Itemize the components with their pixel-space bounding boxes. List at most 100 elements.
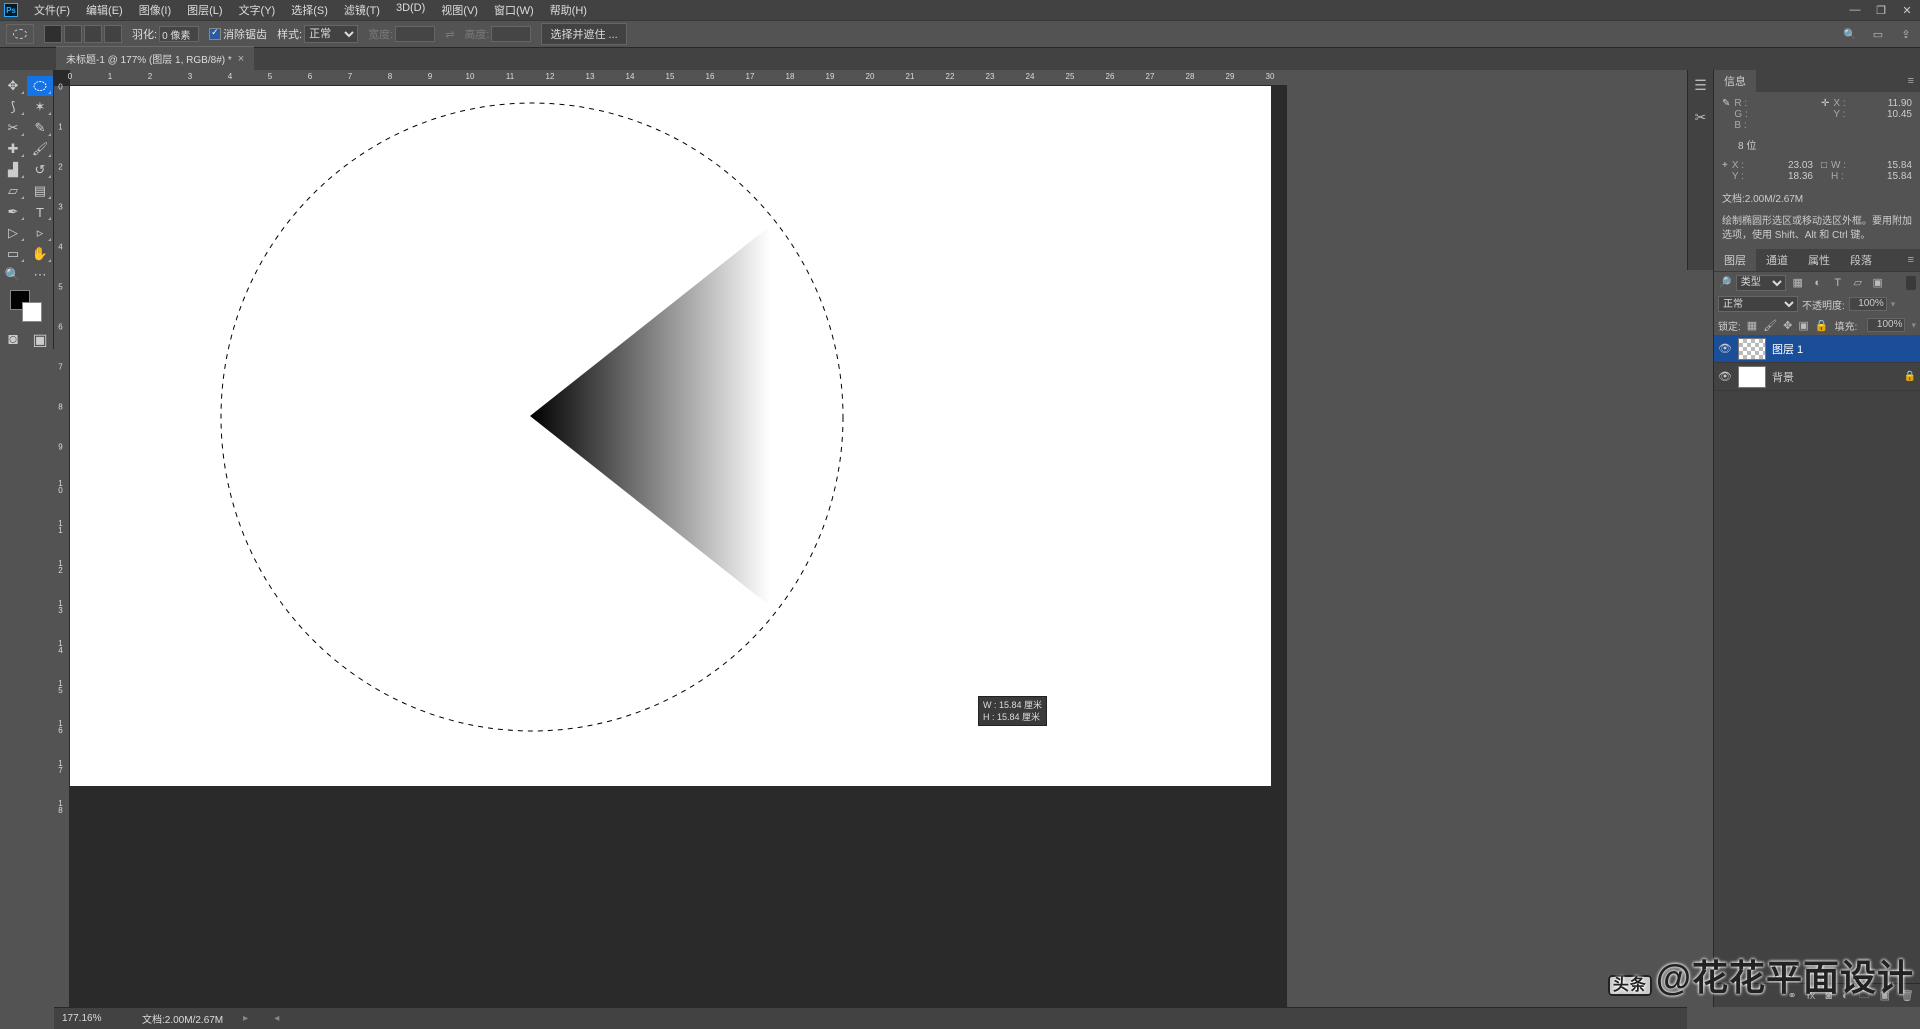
menu-item[interactable]: 文件(F) — [26, 2, 78, 18]
filter-smart-icon[interactable]: ▣ — [1870, 275, 1886, 291]
gradient-tool-icon[interactable]: ▤ — [27, 181, 53, 201]
new-layer-icon[interactable]: ▣ — [1880, 989, 1890, 1002]
lock-pos-icon[interactable]: ✥ — [1783, 319, 1792, 332]
menu-item[interactable]: 3D(D) — [388, 2, 433, 18]
ruler-horizontal[interactable]: 0123456789101112131415161718192021222324… — [70, 70, 1287, 86]
maximize-button[interactable]: ❐ — [1868, 0, 1894, 20]
selection-add-icon[interactable] — [64, 25, 82, 43]
crop-tool-icon[interactable]: ✂ — [0, 118, 26, 138]
antialias-checkbox[interactable] — [209, 28, 221, 40]
layer-thumb[interactable] — [1738, 338, 1766, 360]
path-select-tool-icon[interactable]: ▷ — [0, 223, 26, 243]
history-panel-icon[interactable]: ☰ — [1692, 76, 1710, 94]
lock-all-icon[interactable]: 🔒 — [1815, 319, 1829, 332]
blend-mode-select[interactable]: 正常 — [1718, 296, 1798, 312]
status-left-icon[interactable]: ◂ — [274, 1013, 279, 1024]
brush-tool-icon[interactable]: 🖌 — [27, 139, 53, 159]
document-tab[interactable]: 未标题-1 @ 177% (图层 1, RGB/8#) * × — [56, 46, 254, 70]
filter-adjust-icon[interactable]: ◐ — [1810, 275, 1826, 291]
properties-tab[interactable]: 属性 — [1798, 249, 1840, 271]
workspace-icon[interactable]: ▭ — [1870, 26, 1886, 42]
eyedropper-tool-icon[interactable]: ✎ — [27, 118, 53, 138]
adjustment-layer-icon[interactable]: ◐ — [1842, 990, 1849, 1002]
panel-menu-icon[interactable]: ≡ — [1902, 75, 1920, 87]
zoom-display[interactable]: 177.16% — [62, 1013, 122, 1024]
shape-tool-icon[interactable]: ▭ — [0, 244, 26, 264]
quick-select-tool-icon[interactable]: ✶ — [27, 97, 53, 117]
style-select[interactable]: 正常 — [304, 25, 358, 43]
dimension-icon: □ — [1821, 160, 1827, 182]
visibility-icon[interactable]: 👁 — [1718, 342, 1732, 355]
search-icon[interactable]: 🔍 — [1842, 26, 1858, 42]
lasso-tool-icon[interactable]: ⟆ — [0, 97, 26, 117]
lock-image-icon[interactable]: 🖌 — [1763, 319, 1777, 332]
stamp-tool-icon[interactable]: ▟ — [0, 160, 26, 180]
type-tool-icon[interactable]: T — [27, 202, 53, 222]
layers-panel-menu-icon[interactable]: ≡ — [1902, 254, 1920, 266]
ruler-vertical[interactable]: 0123456789101112131415161718 — [54, 86, 70, 1007]
menu-item[interactable]: 编辑(E) — [78, 2, 131, 18]
minimize-button[interactable]: — — [1842, 0, 1868, 20]
edit-toolbar-icon[interactable]: ⋯ — [27, 265, 53, 285]
canvas[interactable]: W : 15.84 厘米 H : 15.84 厘米 — [70, 86, 1271, 786]
paragraph-tab[interactable]: 段落 — [1840, 249, 1882, 271]
hand-tool-icon[interactable]: ✋ — [27, 244, 53, 264]
filter-search-icon[interactable]: 🔎 — [1718, 276, 1732, 289]
menu-item[interactable]: 视图(V) — [433, 2, 486, 18]
layers-panel: 🔎 类型 ▦ ◐ T ▱ ▣ 正常 不透明度: 100% ▾ 锁定: ▦ 🖌 ✥… — [1714, 271, 1920, 1007]
filter-type-icon[interactable]: T — [1830, 275, 1846, 291]
menu-item[interactable]: 窗口(W) — [486, 2, 542, 18]
filter-pixel-icon[interactable]: ▦ — [1790, 275, 1806, 291]
lock-trans-icon[interactable]: ▦ — [1747, 319, 1757, 332]
select-and-mask-button[interactable]: 选择并遮住 ... — [541, 23, 626, 45]
filter-switch[interactable] — [1906, 276, 1916, 290]
move-tool-icon[interactable]: ✥ — [0, 76, 26, 96]
history-brush-tool-icon[interactable]: ↺ — [27, 160, 53, 180]
pen-tool-icon[interactable]: ✒ — [0, 202, 26, 222]
lock-label: 锁定: — [1718, 318, 1741, 333]
doc-info-arrow-icon[interactable]: ▸ — [243, 1013, 248, 1024]
color-swatches[interactable] — [6, 290, 47, 326]
menu-item[interactable]: 选择(S) — [283, 2, 336, 18]
menu-item[interactable]: 滤镜(T) — [336, 2, 388, 18]
doc-info[interactable]: 文档:2.00M/2.67M — [142, 1011, 223, 1026]
layer-row[interactable]: 👁 背景 🔒 — [1714, 363, 1920, 391]
background-color[interactable] — [22, 302, 42, 322]
filter-type-select[interactable]: 类型 — [1736, 275, 1786, 291]
channels-tab[interactable]: 通道 — [1756, 249, 1798, 271]
selection-subtract-icon[interactable] — [84, 25, 102, 43]
filter-shape-icon[interactable]: ▱ — [1850, 275, 1866, 291]
quick-mask-icon[interactable]: ◙ — [0, 331, 26, 349]
group-icon[interactable]: 🗀 — [1859, 986, 1870, 1005]
close-window-button[interactable]: ✕ — [1894, 0, 1920, 20]
marquee-tool-icon[interactable] — [27, 76, 53, 96]
feather-input[interactable] — [159, 26, 199, 42]
share-icon[interactable]: ⇪ — [1898, 26, 1914, 42]
layer-row[interactable]: 👁 图层 1 — [1714, 335, 1920, 363]
link-layers-icon[interactable]: ⚭ — [1788, 989, 1797, 1002]
visibility-icon[interactable]: 👁 — [1718, 370, 1732, 383]
layer-mask-icon[interactable]: ◙ — [1825, 990, 1832, 1002]
menu-item[interactable]: 图层(L) — [179, 2, 230, 18]
menu-item[interactable]: 图像(I) — [131, 2, 179, 18]
adjust-panel-icon[interactable]: ✂ — [1692, 108, 1710, 126]
menu-item[interactable]: 帮助(H) — [542, 2, 595, 18]
lock-artboard-icon[interactable]: ▣ — [1798, 319, 1808, 332]
info-tab[interactable]: 信息 — [1714, 70, 1756, 92]
selection-intersect-icon[interactable] — [104, 25, 122, 43]
screen-mode-icon[interactable]: ▣ — [27, 331, 53, 349]
tab-close-icon[interactable]: × — [238, 53, 244, 65]
healing-tool-icon[interactable]: ✚ — [0, 139, 26, 159]
tool-preset-dropdown[interactable] — [6, 24, 34, 44]
direct-select-tool-icon[interactable]: ▹ — [27, 223, 53, 243]
zoom-tool-icon[interactable]: 🔍 — [0, 265, 26, 285]
layers-tab[interactable]: 图层 — [1714, 249, 1756, 271]
layer-thumb[interactable] — [1738, 366, 1766, 388]
delete-layer-icon[interactable]: 🗑 — [1900, 989, 1914, 1002]
menu-item[interactable]: 文字(Y) — [231, 2, 284, 18]
layer-fx-icon[interactable]: fx — [1807, 990, 1816, 1002]
selection-new-icon[interactable] — [44, 25, 62, 43]
opacity-input[interactable]: 100% — [1849, 297, 1887, 311]
fill-input[interactable]: 100% — [1867, 318, 1905, 332]
eraser-tool-icon[interactable]: ▱ — [0, 181, 26, 201]
